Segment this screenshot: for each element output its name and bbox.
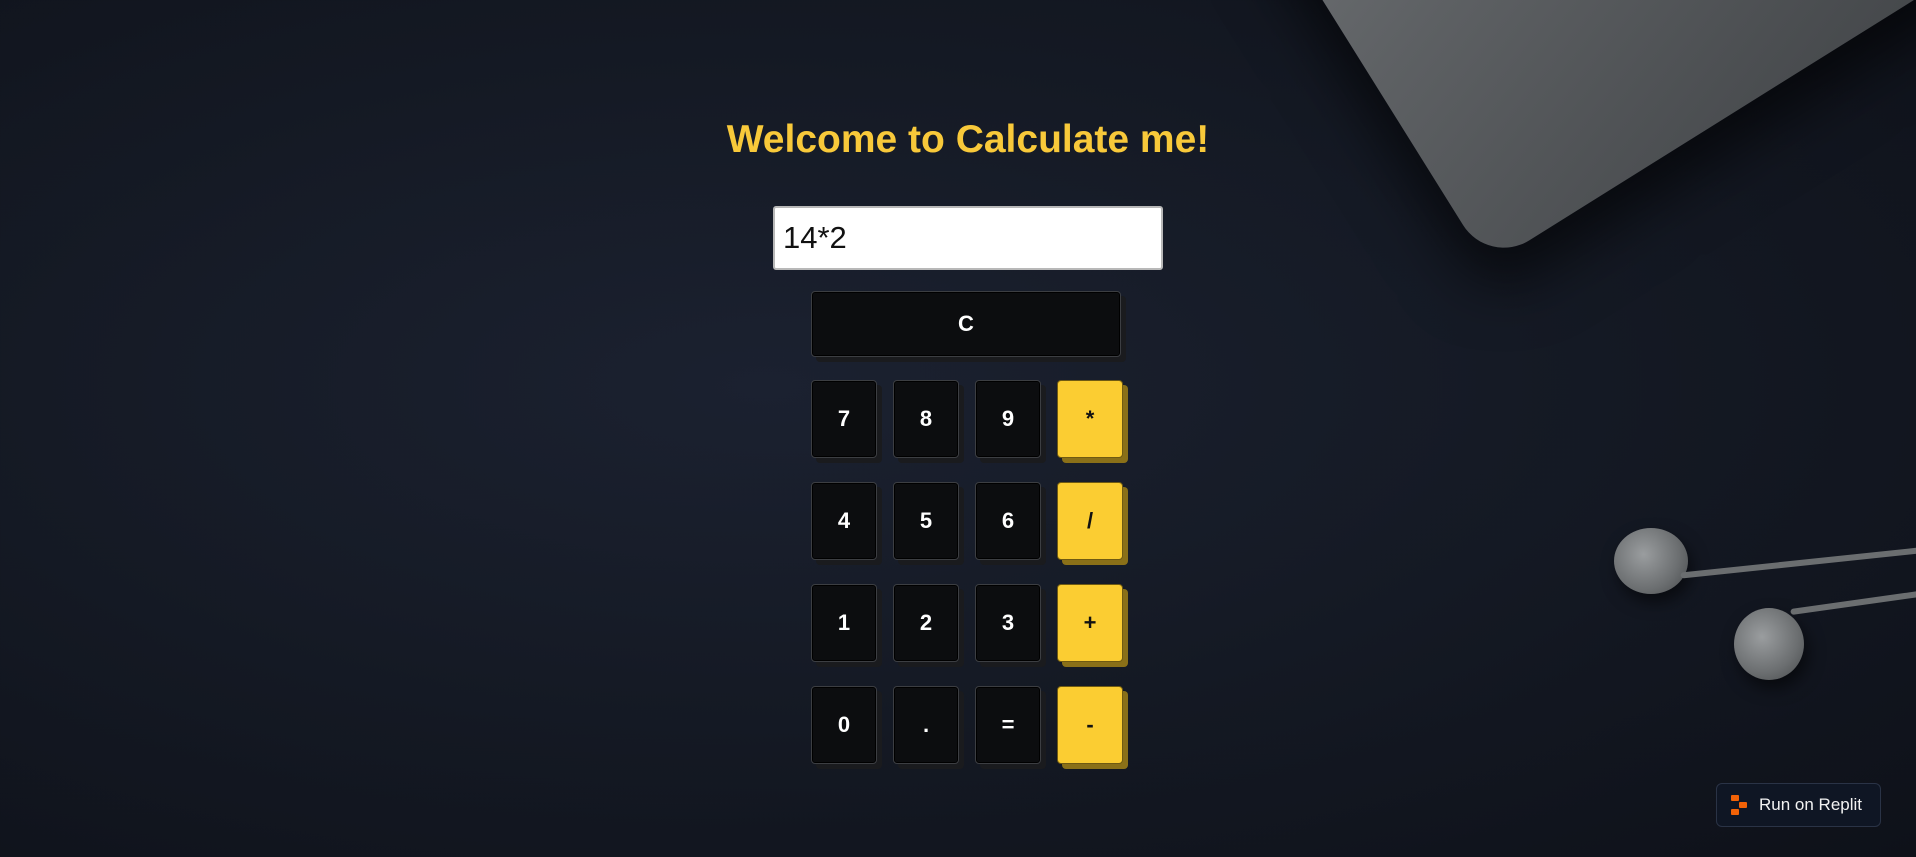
calculator-page: Welcome to Calculate me! C 789* 456/ 123+0…	[0, 0, 1916, 857]
key-digit-6-button[interactable]: 6	[975, 482, 1041, 560]
key-digit-9-button[interactable]: 9	[975, 380, 1041, 458]
key-equals-button[interactable]: =	[975, 686, 1041, 764]
key-digit-3-button[interactable]: 3	[975, 584, 1041, 662]
run-on-replit-button[interactable]: Run on Replit	[1716, 783, 1881, 827]
key-decimal-button[interactable]: .	[893, 686, 959, 764]
run-on-replit-label: Run on Replit	[1759, 795, 1863, 814]
key-multiply-button[interactable]: *	[1057, 380, 1123, 458]
key-plus-button[interactable]: +	[1057, 584, 1123, 662]
replit-icon	[1731, 795, 1749, 815]
page-title: Welcome to Calculate me!	[726, 118, 1210, 161]
key-digit-7-button[interactable]: 7	[811, 380, 877, 458]
key-digit-1-button[interactable]: 1	[811, 584, 877, 662]
key-divide-button[interactable]: /	[1057, 482, 1123, 560]
key-digit-0-button[interactable]: 0	[811, 686, 877, 764]
clear-button[interactable]: C	[811, 291, 1121, 357]
key-digit-8-button[interactable]: 8	[893, 380, 959, 458]
key-digit-4-button[interactable]: 4	[811, 482, 877, 560]
key-digit-2-button[interactable]: 2	[893, 584, 959, 662]
key-minus-button[interactable]: -	[1057, 686, 1123, 764]
calculator-display-input[interactable]	[773, 206, 1163, 270]
key-digit-5-button[interactable]: 5	[893, 482, 959, 560]
